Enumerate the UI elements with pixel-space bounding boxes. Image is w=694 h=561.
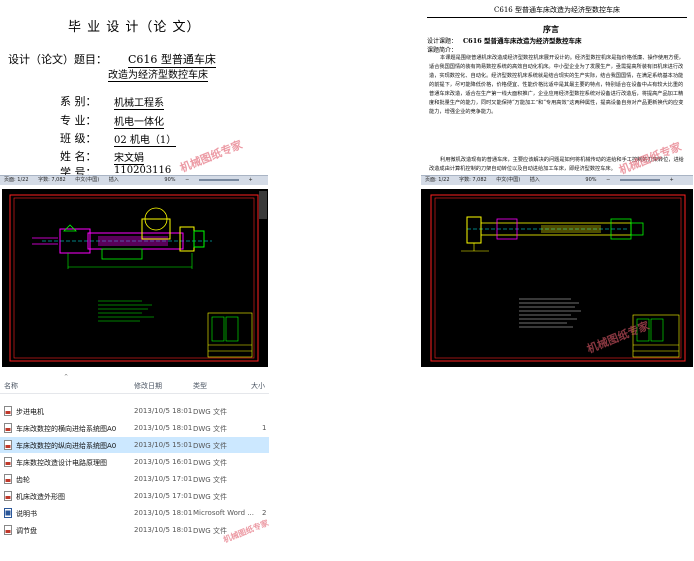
file-row[interactable]: 步进电机 2013/10/5 18:01 DWG 文件 — [0, 403, 269, 419]
file-type: DWG 文件 — [193, 459, 227, 467]
header-divider — [0, 393, 269, 394]
file-name: 车床改数控的横向进给系统图A0 — [16, 425, 117, 433]
feed-assembly-drawing — [32, 207, 212, 269]
file-name: 齿轮 — [16, 476, 30, 484]
preface-doc-window: C616 型普通车床改造为经济型数控车床 序言 设计课题： C616 型普通车床… — [421, 0, 693, 185]
file-size: 2 — [262, 509, 267, 517]
cad-canvas[interactable] — [2, 189, 268, 367]
topic-label: 设计课题： — [427, 38, 458, 45]
cad-technical-notes — [519, 298, 581, 328]
column-header-size[interactable]: 大小 — [251, 381, 265, 391]
cover-major-value: 机电一体化 — [114, 113, 164, 129]
cad-technical-notes — [98, 300, 154, 322]
cover-major-label: 专 业： — [60, 114, 97, 127]
file-date: 2013/10/5 18:01 — [134, 407, 193, 415]
zoom-level[interactable]: 90% — [585, 177, 596, 183]
preface-heading: 序言 — [543, 24, 559, 34]
file-name: 步进电机 — [16, 408, 44, 416]
status-language[interactable]: 中文(中国) — [75, 177, 99, 183]
file-size: 1 — [262, 424, 267, 432]
status-page[interactable]: 页面: 1/22 — [425, 177, 450, 183]
zoom-slider[interactable] — [198, 178, 239, 181]
cover-dept-label: 系 别： — [60, 95, 97, 108]
file-date: 2013/10/5 17:01 — [134, 475, 193, 483]
file-type: Microsoft Word ... — [193, 509, 254, 517]
zoom-in-button[interactable]: + — [249, 177, 253, 183]
file-date: 2013/10/5 17:01 — [134, 492, 193, 500]
file-type: DWG 文件 — [193, 493, 227, 501]
cad-drawing-outline[interactable]: 机械图纸专家 — [421, 189, 693, 367]
dwg-file-icon — [4, 474, 12, 484]
file-date: 2013/10/5 18:01 — [134, 526, 193, 534]
intro-paragraph-1: 本课题是围绕普通机床改造成经济型数控机床展开设计的。经济型数控机床是指价格低廉、… — [429, 55, 684, 115]
intro-label: 课题简介： — [427, 47, 458, 54]
status-page[interactable]: 页面: 1/22 — [4, 177, 29, 183]
file-type: DWG 文件 — [193, 476, 227, 484]
file-name: 调节盘 — [16, 527, 37, 535]
cover-class-value: 02 机电（1） — [114, 131, 177, 147]
word-status-bar: 页面: 1/22 字数: 7,082 中文(中国) 插入 90% − + — [421, 175, 693, 185]
dwg-file-icon — [4, 491, 12, 501]
file-row[interactable]: 机床改造外形图 2013/10/5 17:01 DWG 文件 — [0, 488, 269, 504]
word-file-icon — [4, 508, 12, 518]
cover-class-label: 班 级： — [60, 132, 97, 145]
zoom-level[interactable]: 90% — [164, 177, 175, 183]
file-name: 车床数控改造设计电路原理图 — [16, 459, 107, 467]
zoom-out-button[interactable]: − — [185, 177, 189, 183]
file-type: DWG 文件 — [193, 442, 227, 450]
watermark-stamp: 机械图纸专家 — [178, 138, 245, 175]
file-date: 2013/10/5 18:01 — [134, 509, 193, 517]
cover-topic-label: 设计（论文）题目： — [8, 53, 107, 66]
file-row[interactable]: 车床改数控的横向进给系统图A0 2013/10/5 18:01 DWG 文件 1 — [0, 420, 269, 436]
sort-indicator-icon[interactable]: ^ — [64, 374, 68, 380]
dwg-file-icon — [4, 457, 12, 467]
file-explorer-list: ^ 名称 修改日期 类型 大小 步进电机 2013/10/5 18:01 DWG 文… — [0, 371, 269, 561]
dwg-file-icon — [4, 525, 12, 535]
word-status-bar: 页面: 1/22 字数: 7,082 中文(中国) 插入 90% − + — [0, 175, 268, 185]
cover-topic-line2: 改造为经济型数控车床 — [108, 66, 208, 82]
dwg-file-icon — [4, 406, 12, 416]
file-row[interactable]: 齿轮 2013/10/5 17:01 DWG 文件 — [0, 471, 269, 487]
file-row[interactable]: 车床改数控的纵向进给系统图A0 2013/10/5 15:01 DWG 文件 — [0, 437, 269, 453]
dwg-file-icon — [4, 423, 12, 433]
dwg-file-icon — [4, 440, 12, 450]
file-date: 2013/10/5 16:01 — [134, 458, 193, 466]
cover-dept-value: 机械工程系 — [114, 94, 164, 110]
status-insert-mode[interactable]: 插入 — [530, 177, 540, 183]
cad-drawing-feed-system[interactable] — [2, 189, 268, 367]
status-insert-mode[interactable]: 插入 — [109, 177, 119, 183]
file-row[interactable]: 车床数控改造设计电路原理图 2013/10/5 16:01 DWG 文件 — [0, 454, 269, 470]
file-date: 2013/10/5 15:01 — [134, 441, 193, 449]
column-header-name[interactable]: 名称 — [4, 381, 18, 391]
status-words[interactable]: 字数: 7,082 — [459, 177, 487, 183]
thesis-cover-window: 毕 业 设 计（论 文） 设计（论文）题目： C616 型普通车床 改造为经济型… — [0, 0, 268, 185]
cad-canvas[interactable] — [421, 189, 693, 367]
file-row[interactable]: 说明书 2013/10/5 18:01 Microsoft Word ... 2 — [0, 505, 269, 521]
zoom-slider[interactable] — [619, 178, 660, 181]
doc-running-header: C616 型普通车床改造为经济型数控车床 — [427, 5, 687, 18]
column-header-date[interactable]: 修改日期 — [134, 381, 162, 391]
cover-name-value: 宋文娟 — [114, 149, 144, 165]
status-language[interactable]: 中文(中国) — [496, 177, 520, 183]
status-words[interactable]: 字数: 7,082 — [38, 177, 66, 183]
cad-vertical-scrollbar[interactable] — [259, 191, 267, 219]
topic-value: C616 型普通车床改造为经济型数控车床 — [463, 37, 582, 45]
file-name: 车床改数控的纵向进给系统图A0 — [16, 442, 117, 450]
column-header-type[interactable]: 类型 — [193, 381, 207, 391]
cad-title-block — [207, 312, 253, 358]
outline-assembly-drawing — [461, 216, 644, 252]
zoom-out-button[interactable]: − — [606, 177, 610, 183]
zoom-in-button[interactable]: + — [670, 177, 674, 183]
file-date: 2013/10/5 18:01 — [134, 424, 193, 432]
file-type: DWG 文件 — [193, 408, 227, 416]
file-type: DWG 文件 — [193, 425, 227, 433]
file-name: 说明书 — [16, 510, 37, 518]
file-name: 机床改造外形图 — [16, 493, 65, 501]
cover-name-label: 姓 名： — [60, 150, 97, 163]
cover-title: 毕 业 设 计（论 文） — [68, 20, 201, 35]
